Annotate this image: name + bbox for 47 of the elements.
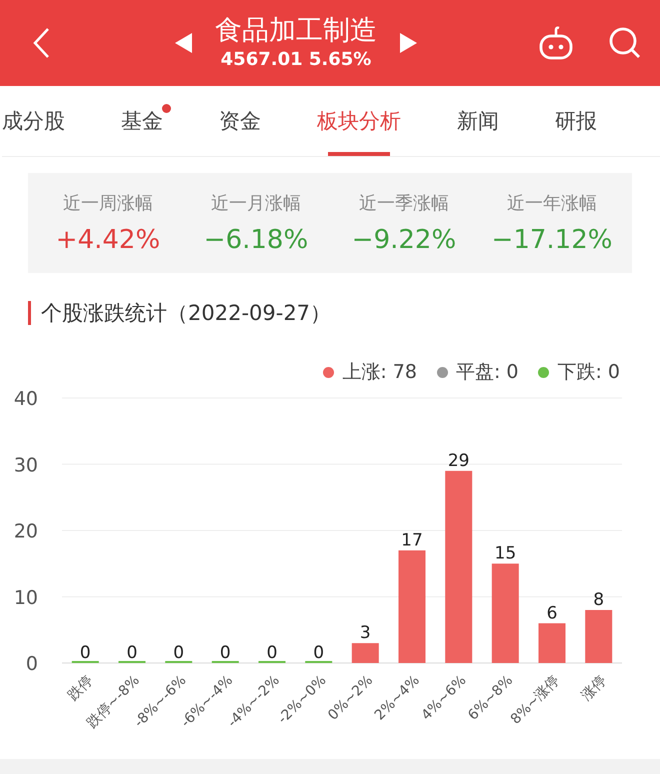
axis-label: 30 <box>14 454 38 476</box>
stat-label: 近一年涨幅 <box>507 192 597 215</box>
category-label: 跌停 <box>65 672 96 704</box>
bar-value: 29 <box>448 450 470 471</box>
bar-value: 0 <box>173 643 184 663</box>
bar-value: 3 <box>360 623 371 644</box>
tab[interactable]: 基金 <box>121 86 163 156</box>
axis-label: 0 <box>26 653 38 675</box>
bar-value: 0 <box>266 643 278 663</box>
legend-label: 平盘: 0 <box>456 360 518 385</box>
index-quote: 4567.01 5.65% <box>220 48 372 72</box>
stat-value: +4.42% <box>56 225 160 255</box>
section-title: 个股涨跌统计（2022-09-27） <box>41 300 332 327</box>
axis-label: 40 <box>14 388 38 410</box>
bar-value: 0 <box>313 643 324 663</box>
tab[interactable]: 成分股 <box>2 86 65 156</box>
bar-value: 8 <box>593 590 604 610</box>
bar-value: 6 <box>546 603 558 624</box>
section-marker <box>28 301 31 325</box>
tab[interactable]: 研报 <box>555 86 597 156</box>
stat-label: 近一季涨幅 <box>359 192 449 215</box>
bar-value: 0 <box>220 643 231 663</box>
stat-label: 近一月涨幅 <box>211 192 301 215</box>
tab[interactable]: 板块分析 <box>317 86 401 156</box>
next-button[interactable] <box>399 33 417 53</box>
category-label: 涨停 <box>578 672 610 704</box>
legend-label: 下跌: 0 <box>557 360 620 385</box>
bar-value: 0 <box>126 643 138 663</box>
stat-value: −6.18% <box>204 225 308 255</box>
legend-label: 上涨: 78 <box>342 360 417 385</box>
search-icon[interactable] <box>608 26 642 60</box>
stat-value: −9.22% <box>352 225 456 255</box>
bar-value: 17 <box>401 530 423 550</box>
tab[interactable]: 资金 <box>219 86 261 156</box>
stat-value: −17.12% <box>492 225 612 255</box>
window-title: 食品加工制造 <box>215 14 377 48</box>
bar <box>352 643 379 663</box>
robot-icon[interactable] <box>538 26 574 60</box>
axis-label: 10 <box>14 586 38 609</box>
bar-value: 0 <box>80 643 91 663</box>
bar <box>585 610 612 663</box>
bar <box>538 623 566 663</box>
stat-label: 近一周涨幅 <box>63 192 153 215</box>
previous-button[interactable] <box>175 33 193 53</box>
axis-label: 20 <box>14 520 38 542</box>
bar-value: 15 <box>494 544 516 564</box>
tab[interactable]: 新闻 <box>457 86 499 156</box>
